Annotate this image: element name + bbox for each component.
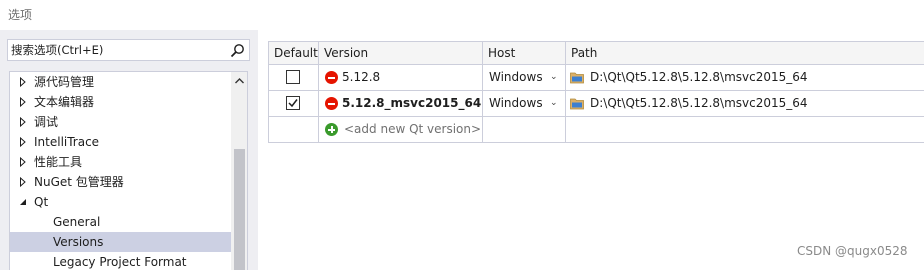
- tree-item-label: Qt: [34, 195, 49, 209]
- stop-icon: [325, 71, 338, 84]
- tree-item-label: 性能工具: [34, 155, 83, 169]
- host-value[interactable]: Windows: [489, 91, 543, 116]
- tree-item-label: IntelliTrace: [34, 135, 100, 149]
- stop-icon: [325, 97, 338, 110]
- version-cell[interactable]: 5.12.8_msvc2015_64: [319, 91, 483, 117]
- tree-item-label: NuGet 包管理器: [34, 175, 124, 189]
- tree-item-label: 调试: [34, 115, 59, 129]
- folder-icon: [570, 98, 584, 110]
- chevron-down-icon[interactable]: ⌄: [550, 91, 558, 116]
- scroll-up-icon[interactable]: [231, 72, 248, 89]
- expand-arrow-icon[interactable]: [18, 172, 28, 192]
- path-cell[interactable]: D:\Qt\Qt5.12.8\5.12.8\msvc2015_64: [566, 65, 924, 91]
- host-cell[interactable]: Windows ⌄: [483, 91, 566, 117]
- tree-item-label: 文本编辑器: [34, 95, 95, 109]
- tree-item-source-control[interactable]: 源代码管理: [10, 72, 231, 92]
- tree-item-versions[interactable]: Versions: [10, 232, 231, 252]
- expand-arrow-icon[interactable]: [18, 112, 28, 132]
- column-header-version[interactable]: Version: [319, 42, 483, 65]
- expand-arrow-icon[interactable]: [18, 152, 28, 172]
- default-cell: [269, 117, 319, 143]
- collapse-arrow-icon[interactable]: [18, 192, 28, 212]
- tree-item-performance-tools[interactable]: 性能工具: [10, 152, 231, 172]
- expand-arrow-icon[interactable]: [18, 132, 28, 152]
- default-checkbox[interactable]: [286, 70, 300, 84]
- qt-versions-grid: Default Version Host Path 5.12.8 Windows…: [268, 41, 924, 143]
- default-cell: [269, 65, 319, 91]
- watermark: CSDN @qugx0528: [797, 244, 908, 258]
- search-input[interactable]: [11, 42, 221, 58]
- tree-item-label: Legacy Project Format: [53, 255, 187, 269]
- tree-item-label: General: [53, 215, 101, 229]
- add-qt-version-link[interactable]: <add new Qt version>: [344, 117, 481, 142]
- checkmark-icon: [288, 99, 298, 108]
- tree-item-label: Versions: [53, 235, 104, 249]
- window-title: 选项: [8, 8, 33, 22]
- version-name[interactable]: 5.12.8: [342, 65, 380, 90]
- tree-item-intellitrace[interactable]: IntelliTrace: [10, 132, 231, 152]
- search-options-box[interactable]: [7, 39, 250, 61]
- column-header-host[interactable]: Host: [483, 42, 566, 65]
- tree-item-debugging[interactable]: 调试: [10, 112, 231, 132]
- path-cell[interactable]: D:\Qt\Qt5.12.8\5.12.8\msvc2015_64: [566, 91, 924, 117]
- tree-item-legacy-project-format[interactable]: Legacy Project Format: [10, 252, 231, 270]
- tree-item-qt[interactable]: Qt: [10, 192, 231, 212]
- host-cell: [483, 117, 566, 143]
- title-bar: 选项: [0, 0, 924, 30]
- add-icon[interactable]: [325, 123, 338, 136]
- column-header-path[interactable]: Path: [566, 42, 924, 65]
- tree-item-text-editor[interactable]: 文本编辑器: [10, 92, 231, 112]
- expand-arrow-icon[interactable]: [18, 92, 28, 112]
- chevron-down-icon[interactable]: ⌄: [550, 65, 558, 90]
- expand-arrow-icon[interactable]: [18, 72, 28, 92]
- version-cell[interactable]: 5.12.8: [319, 65, 483, 91]
- path-value[interactable]: D:\Qt\Qt5.12.8\5.12.8\msvc2015_64: [590, 65, 808, 90]
- options-tree[interactable]: 源代码管理 文本编辑器 调试 IntelliTrace 性能工具 NuGet 包…: [9, 71, 248, 270]
- search-icon[interactable]: [230, 43, 245, 58]
- version-name[interactable]: 5.12.8_msvc2015_64: [342, 91, 481, 116]
- tree-item-general[interactable]: General: [10, 212, 231, 232]
- host-cell[interactable]: Windows ⌄: [483, 65, 566, 91]
- options-navigation-pane: 源代码管理 文本编辑器 调试 IntelliTrace 性能工具 NuGet 包…: [0, 30, 258, 270]
- path-value[interactable]: D:\Qt\Qt5.12.8\5.12.8\msvc2015_64: [590, 91, 808, 116]
- host-value[interactable]: Windows: [489, 65, 543, 90]
- folder-icon: [570, 72, 584, 84]
- tree-item-nuget[interactable]: NuGet 包管理器: [10, 172, 231, 192]
- tree-item-label: 源代码管理: [34, 75, 95, 89]
- column-header-default[interactable]: Default: [269, 42, 319, 65]
- default-cell: [269, 91, 319, 117]
- path-cell: [566, 117, 924, 143]
- default-checkbox[interactable]: [286, 96, 300, 110]
- add-version-cell[interactable]: <add new Qt version>: [319, 117, 483, 143]
- tree-scrollbar[interactable]: [231, 72, 248, 270]
- scroll-thumb[interactable]: [234, 149, 245, 270]
